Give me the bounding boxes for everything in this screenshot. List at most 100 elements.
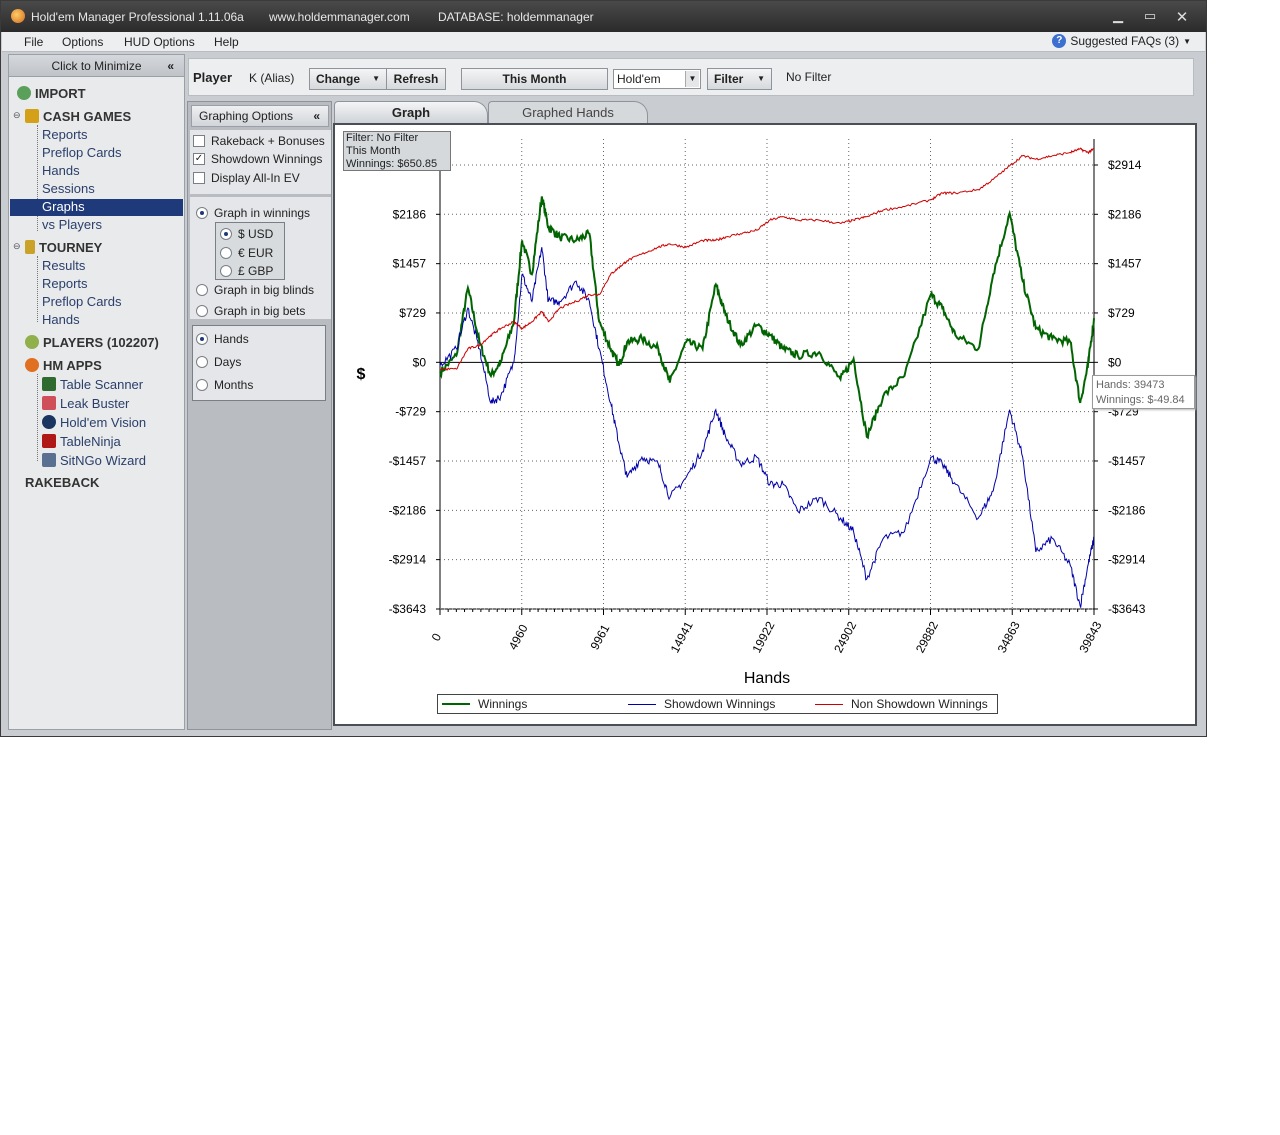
y-tick-label: -$2914 <box>389 553 427 567</box>
radio-selected <box>196 333 208 345</box>
x-tick-label: 0 <box>429 631 445 644</box>
y-tick-label-right: -$2186 <box>1108 503 1146 517</box>
refresh-button[interactable]: Refresh <box>386 68 446 90</box>
game-type-value: Hold'em <box>617 72 661 86</box>
tooltip-winnings: Winnings: $-49.84 <box>1096 394 1185 406</box>
radio-unselected <box>196 356 208 368</box>
sidebar-item-cash-preflop-cards[interactable]: Preflop Cards <box>42 145 121 160</box>
menu-file[interactable]: File <box>24 35 43 49</box>
y-tick-label-right: -$2914 <box>1108 553 1146 567</box>
sidebar-item-vs-players[interactable]: vs Players <box>42 217 102 232</box>
checkmark-icon: ✓ <box>193 153 205 165</box>
maximize-icon[interactable]: ▭ <box>1139 8 1161 26</box>
big-bets-label: Graph in big bets <box>214 304 306 318</box>
sidebar-item-cash-hands[interactable]: Hands <box>42 163 80 178</box>
title-bar[interactable]: Hold'em Manager Professional 1.11.06a ww… <box>1 1 1206 32</box>
filter-button[interactable]: Filter ▼ <box>707 68 772 90</box>
sidebar-players[interactable]: PLAYERS (102207) <box>25 335 159 350</box>
suggested-faqs-menu[interactable]: ? Suggested FAQs (3) ▼ <box>1052 34 1191 48</box>
game-type-select[interactable]: Hold'em ▼ <box>613 69 701 89</box>
import-icon <box>17 86 31 100</box>
menu-hud-options[interactable]: HUD Options <box>124 35 195 49</box>
close-icon[interactable]: ✕ <box>1171 8 1193 26</box>
info-filter: Filter: No Filter <box>346 132 419 144</box>
website-label: www.holdemmanager.com <box>269 10 410 24</box>
x-tick-label: 29882 <box>913 619 941 655</box>
menu-options[interactable]: Options <box>62 35 103 49</box>
months-radio[interactable]: Months <box>196 378 253 392</box>
graphing-options-header[interactable]: Graphing Options « <box>191 105 329 127</box>
sidebar-item-tourney-reports[interactable]: Reports <box>42 276 88 291</box>
y-tick-label: $0 <box>413 355 427 369</box>
sidebar-item-results[interactable]: Results <box>42 258 85 273</box>
y-tick-label-right: -$3643 <box>1108 602 1146 616</box>
showdown-checkbox[interactable]: ✓ Showdown Winnings <box>193 152 322 166</box>
table-scanner-icon <box>42 377 56 391</box>
dropdown-arrow-icon: ▼ <box>757 74 765 83</box>
gbp-label: £ GBP <box>238 264 274 278</box>
eur-label: € EUR <box>238 246 274 260</box>
sidebar-app-holdem-vision[interactable]: Hold'em Vision <box>42 415 146 430</box>
filter-label: Filter <box>714 72 744 86</box>
database-label: DATABASE: holdemmanager <box>438 10 594 24</box>
x-tick-label: 4960 <box>506 622 531 652</box>
collapse-tourney-icon[interactable]: ⊖ <box>13 241 21 252</box>
hands-radio[interactable]: Hands <box>196 332 249 346</box>
gbp-radio[interactable]: £ GBP <box>220 264 273 278</box>
winnings-chart[interactable]: $2914$2914$2186$2186$1457$1457$729$729$0… <box>335 125 1195 724</box>
collapse-cash-icon[interactable]: ⊖ <box>13 110 21 121</box>
graph-winnings-radio[interactable]: Graph in winnings <box>196 206 310 220</box>
this-month-button[interactable]: This Month <box>461 68 608 90</box>
info-period: This Month <box>346 145 401 157</box>
y-tick-label: -$3643 <box>389 602 427 616</box>
holdem-vision-label: Hold'em Vision <box>60 415 147 430</box>
y-axis-label: $ <box>357 366 366 383</box>
days-radio[interactable]: Days <box>196 355 241 369</box>
x-tick-label: 24902 <box>831 619 859 655</box>
sidebar-app-sitngo-wizard[interactable]: SitNGo Wizard <box>42 453 146 468</box>
big-blinds-label: Graph in big blinds <box>214 283 315 297</box>
rakeback-checkbox[interactable]: Rakeback + Bonuses <box>193 134 325 148</box>
sidebar-cash-games[interactable]: CASH GAMES <box>25 109 131 124</box>
sidebar-import-label: IMPORT <box>35 86 86 101</box>
sidebar-item-sessions[interactable]: Sessions <box>42 181 95 196</box>
sidebar-tourney[interactable]: TOURNEY <box>25 240 102 255</box>
x-tick-label: 19922 <box>749 619 777 655</box>
sidebar-rakeback[interactable]: RAKEBACK <box>25 475 99 490</box>
y-tick-label: $2186 <box>393 207 427 221</box>
tree-line <box>37 256 38 322</box>
coins-icon <box>25 109 39 123</box>
tooltip-hands: Hands: 39473 <box>1096 379 1165 391</box>
menu-help[interactable]: Help <box>214 35 239 49</box>
sitngo-wizard-label: SitNGo Wizard <box>60 453 146 468</box>
graphing-options-title: Graphing Options <box>199 109 294 123</box>
usd-radio[interactable]: $ USD <box>220 227 273 241</box>
y-tick-label-right: $729 <box>1108 306 1135 320</box>
sidebar-app-table-scanner[interactable]: Table Scanner <box>42 377 143 392</box>
showdown-label: Showdown Winnings <box>211 152 323 166</box>
rakeback-label: Rakeback + Bonuses <box>211 134 325 148</box>
y-tick-label: -$1457 <box>389 454 427 468</box>
tab-graphed-hands[interactable]: Graphed Hands <box>488 101 648 123</box>
sidebar-item-tourney-hands[interactable]: Hands <box>42 312 80 327</box>
x-tick-label: 14941 <box>668 619 696 655</box>
minimize-icon[interactable]: ▁ <box>1107 8 1129 26</box>
sidebar-hm-apps[interactable]: HM APPS <box>25 358 102 373</box>
y-tick-label: $1457 <box>393 257 427 271</box>
sidebar-import[interactable]: IMPORT <box>17 86 86 101</box>
eur-radio[interactable]: € EUR <box>220 246 273 260</box>
hm-apps-icon <box>25 358 39 372</box>
tab-graph[interactable]: Graph <box>334 101 488 123</box>
graphing-options-panel: Graphing Options « Rakeback + Bonuses ✓ S… <box>187 101 332 730</box>
sidebar-item-cash-reports[interactable]: Reports <box>42 127 88 142</box>
change-player-button[interactable]: Change ▼ <box>309 68 387 90</box>
sidebar-app-tableninja[interactable]: TableNinja <box>42 434 121 449</box>
allin-ev-checkbox[interactable]: Display All-In EV <box>193 171 300 185</box>
sidebar-app-leak-buster[interactable]: Leak Buster <box>42 396 129 411</box>
sidebar-item-tourney-preflop-cards[interactable]: Preflop Cards <box>42 294 121 309</box>
big-bets-radio[interactable]: Graph in big bets <box>196 304 305 318</box>
y-tick-label-right: -$1457 <box>1108 454 1146 468</box>
sidebar-minimize-bar[interactable]: Click to Minimize « <box>9 55 184 77</box>
big-blinds-radio[interactable]: Graph in big blinds <box>196 283 314 297</box>
sidebar-item-graphs[interactable]: Graphs <box>10 199 183 216</box>
